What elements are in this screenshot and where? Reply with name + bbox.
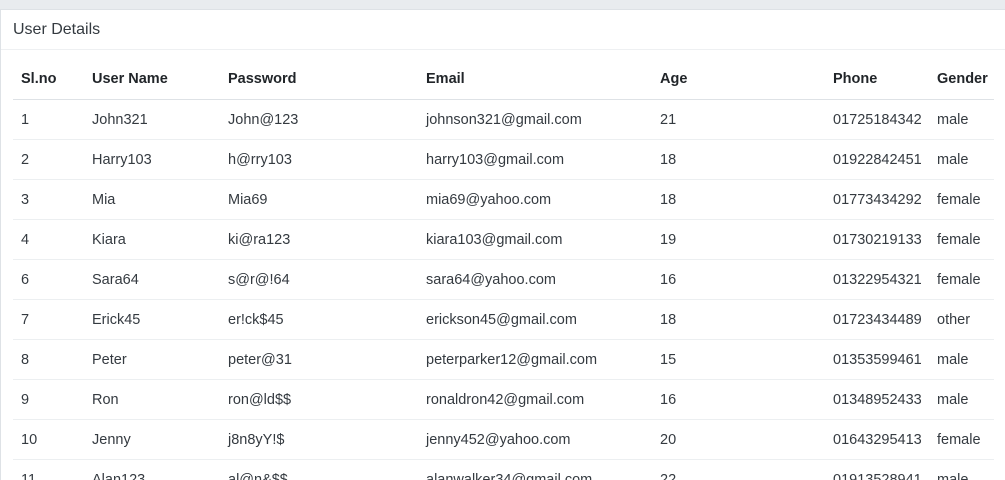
cell-gender: male <box>929 379 994 420</box>
cell-slno: 10 <box>13 419 84 460</box>
cell-email: alanwalker34@gmail.com <box>418 459 652 480</box>
cell-phone: 01643295413 <box>825 419 929 460</box>
cell-age: 18 <box>652 299 825 340</box>
cell-phone: 01913528941 <box>825 459 929 480</box>
cell-username: Kiara <box>84 219 220 260</box>
cell-gender: male <box>929 339 994 380</box>
cell-age: 20 <box>652 419 825 460</box>
cell-slno: 3 <box>13 179 84 220</box>
column-header-slno: Sl.no <box>13 59 84 100</box>
cell-username: Harry103 <box>84 139 220 180</box>
cell-password: ki@ra123 <box>220 219 418 260</box>
cell-gender: male <box>929 139 994 180</box>
column-header-gender: Gender <box>929 59 994 100</box>
cell-age: 21 <box>652 99 825 140</box>
table-row: 3 Mia Mia69 mia69@yahoo.com 18 017734342… <box>13 179 994 220</box>
cell-slno: 9 <box>13 379 84 420</box>
cell-email: ronaldron42@gmail.com <box>418 379 652 420</box>
cell-age: 18 <box>652 179 825 220</box>
cell-email: harry103@gmail.com <box>418 139 652 180</box>
cell-age: 16 <box>652 259 825 300</box>
cell-email: johnson321@gmail.com <box>418 99 652 140</box>
column-header-age: Age <box>652 59 825 100</box>
cell-username: Peter <box>84 339 220 380</box>
cell-gender: other <box>929 299 994 340</box>
cell-password: j8n8yY!$ <box>220 419 418 460</box>
column-header-username: User Name <box>84 59 220 100</box>
cell-username: Sara64 <box>84 259 220 300</box>
table-row: 1 John321 John@123 johnson321@gmail.com … <box>13 99 994 140</box>
cell-username: Alan123 <box>84 459 220 480</box>
cell-phone: 01725184342 <box>825 99 929 140</box>
cell-gender: female <box>929 219 994 260</box>
table-row: 7 Erick45 er!ck$45 erickson45@gmail.com … <box>13 299 994 340</box>
cell-slno: 2 <box>13 139 84 180</box>
cell-username: Erick45 <box>84 299 220 340</box>
table-row: 4 Kiara ki@ra123 kiara103@gmail.com 19 0… <box>13 219 994 260</box>
cell-email: peterparker12@gmail.com <box>418 339 652 380</box>
cell-password: ron@ld$$ <box>220 379 418 420</box>
cell-phone: 01723434489 <box>825 299 929 340</box>
cell-phone: 01922842451 <box>825 139 929 180</box>
cell-password: h@rry103 <box>220 139 418 180</box>
cell-username: Ron <box>84 379 220 420</box>
cell-phone: 01773434292 <box>825 179 929 220</box>
cell-username: Mia <box>84 179 220 220</box>
cell-username: John321 <box>84 99 220 140</box>
user-details-card: User Details Sl.no User Name Password Em… <box>0 9 1005 480</box>
cell-age: 18 <box>652 139 825 180</box>
cell-password: al@n&$$ <box>220 459 418 480</box>
column-header-email: Email <box>418 59 652 100</box>
cell-age: 15 <box>652 339 825 380</box>
cell-gender: male <box>929 459 994 480</box>
cell-password: peter@31 <box>220 339 418 380</box>
column-header-phone: Phone <box>825 59 929 100</box>
cell-gender: female <box>929 179 994 220</box>
cell-slno: 1 <box>13 99 84 140</box>
cell-slno: 8 <box>13 339 84 380</box>
cell-username: Jenny <box>84 419 220 460</box>
cell-gender: female <box>929 259 994 300</box>
table-row: 2 Harry103 h@rry103 harry103@gmail.com 1… <box>13 139 994 180</box>
table-row: 8 Peter peter@31 peterparker12@gmail.com… <box>13 339 994 380</box>
cell-slno: 6 <box>13 259 84 300</box>
cell-age: 22 <box>652 459 825 480</box>
cell-phone: 01348952433 <box>825 379 929 420</box>
table-row: 9 Ron ron@ld$$ ronaldron42@gmail.com 16 … <box>13 379 994 420</box>
table-header-row: Sl.no User Name Password Email Age Phone… <box>13 59 994 100</box>
cell-slno: 4 <box>13 219 84 260</box>
cell-email: jenny452@yahoo.com <box>418 419 652 460</box>
cell-age: 16 <box>652 379 825 420</box>
table-container: Sl.no User Name Password Email Age Phone… <box>13 59 1005 480</box>
cell-password: Mia69 <box>220 179 418 220</box>
table-row: 6 Sara64 s@r@!64 sara64@yahoo.com 16 013… <box>13 259 994 300</box>
cell-phone: 01353599461 <box>825 339 929 380</box>
cell-gender: female <box>929 419 994 460</box>
cell-email: erickson45@gmail.com <box>418 299 652 340</box>
card-title: User Details <box>1 10 1005 50</box>
cell-phone: 01322954321 <box>825 259 929 300</box>
cell-email: kiara103@gmail.com <box>418 219 652 260</box>
table-row: 10 Jenny j8n8yY!$ jenny452@yahoo.com 20 … <box>13 419 994 460</box>
cell-email: sara64@yahoo.com <box>418 259 652 300</box>
cell-slno: 7 <box>13 299 84 340</box>
table-row: 11 Alan123 al@n&$$ alanwalker34@gmail.co… <box>13 459 994 480</box>
column-header-password: Password <box>220 59 418 100</box>
cell-password: er!ck$45 <box>220 299 418 340</box>
user-details-table: Sl.no User Name Password Email Age Phone… <box>13 59 994 480</box>
cell-password: s@r@!64 <box>220 259 418 300</box>
cell-age: 19 <box>652 219 825 260</box>
cell-phone: 01730219133 <box>825 219 929 260</box>
cell-gender: male <box>929 99 994 140</box>
cell-email: mia69@yahoo.com <box>418 179 652 220</box>
cell-slno: 11 <box>13 459 84 480</box>
cell-password: John@123 <box>220 99 418 140</box>
